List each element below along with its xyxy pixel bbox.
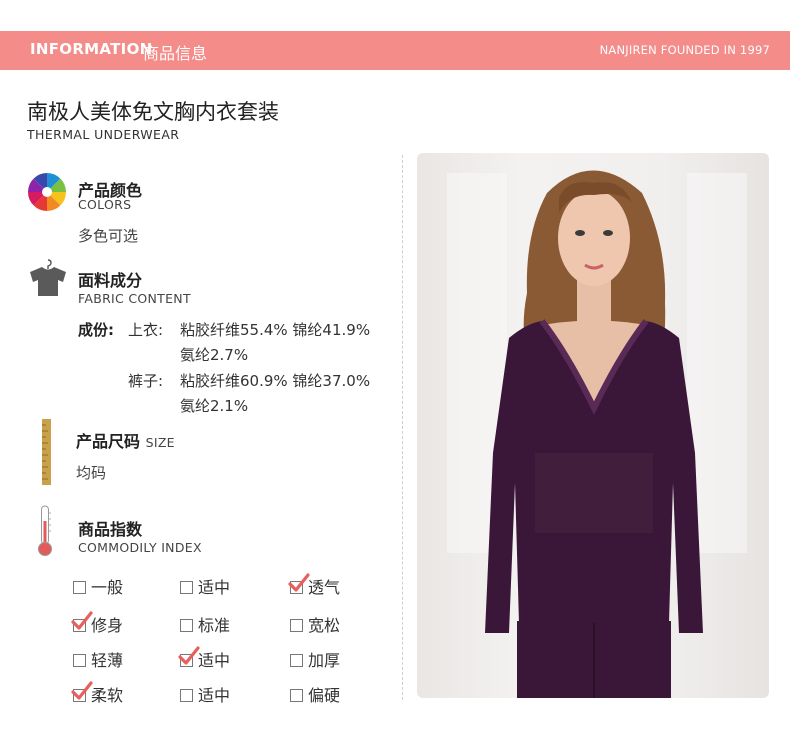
index-option-label: 适中 — [198, 651, 231, 670]
product-photo — [417, 153, 769, 698]
checkbox-icon[interactable] — [290, 689, 303, 702]
fabric-title-en: FABRIC CONTENT — [78, 291, 191, 306]
index-option[interactable]: 加厚 — [290, 647, 340, 671]
info-banner: INFORMATION 商品信息 NANJIREN FOUNDED IN 199… — [0, 31, 790, 70]
index-option[interactable]: 柔软 — [71, 681, 124, 706]
fabric-bottom-line2: 氨纶2.1% — [180, 397, 249, 415]
checkbox-icon[interactable] — [180, 619, 193, 632]
checkbox-icon[interactable] — [180, 689, 193, 702]
checked-checkbox-icon[interactable] — [71, 681, 93, 702]
fabric-top-line1: 粘胶纤维55.4% 锦纶41.9% — [180, 321, 371, 339]
shirt-hanger-icon — [30, 259, 66, 296]
checkmark-icon — [71, 681, 93, 700]
index-option-label: 柔软 — [91, 686, 124, 705]
banner-label-en: INFORMATION — [30, 40, 153, 58]
colors-value: 多色可选 — [78, 227, 139, 245]
fabric-title: 面料成分 — [78, 271, 143, 290]
thermometer-icon — [38, 505, 52, 556]
fabric-bottom-line1: 粘胶纤维60.9% 锦纶37.0% — [180, 372, 371, 390]
index-option[interactable]: 标准 — [180, 612, 230, 636]
checked-checkbox-icon[interactable] — [71, 611, 93, 632]
size-title-en: SIZE — [145, 435, 175, 450]
size-title-cn: 产品尺码 — [76, 432, 141, 451]
checkbox-icon[interactable] — [73, 654, 86, 667]
checkbox-icon[interactable] — [290, 619, 303, 632]
index-option[interactable]: 轻薄 — [73, 647, 123, 671]
index-option-label: 适中 — [198, 686, 231, 705]
index-option-label: 适中 — [198, 578, 231, 597]
index-option-label: 标准 — [198, 616, 231, 635]
index-option[interactable]: 一般 — [73, 574, 123, 598]
index-option[interactable]: 适中 — [180, 574, 230, 598]
checked-checkbox-icon[interactable] — [178, 646, 200, 667]
fabric-bottom-label: 裤子: — [128, 372, 164, 390]
index-option-label: 加厚 — [308, 651, 341, 670]
checkmark-icon — [288, 573, 310, 592]
ruler-icon — [42, 419, 51, 485]
banner-label-cn: 商品信息 — [143, 44, 208, 63]
index-title: 商品指数 — [78, 520, 143, 539]
index-option-label: 修身 — [91, 616, 124, 635]
index-option[interactable]: 透气 — [288, 573, 341, 598]
index-option-label: 宽松 — [308, 616, 341, 635]
product-title: 南极人美体免文胸内衣套装 — [27, 100, 279, 124]
section-divider — [402, 155, 403, 700]
fabric-top-label: 上衣: — [128, 321, 164, 339]
checkbox-icon[interactable] — [180, 581, 193, 594]
index-option[interactable]: 偏硬 — [290, 682, 340, 706]
index-option[interactable]: 宽松 — [290, 612, 340, 636]
fabric-lead-label: 成份: — [78, 321, 114, 339]
color-wheel-icon — [28, 173, 66, 211]
fabric-lead: 成份: — [78, 319, 114, 340]
banner-founded: NANJIREN FOUNDED IN 1997 — [599, 43, 770, 57]
index-option[interactable]: 适中 — [178, 646, 231, 671]
index-option-label: 偏硬 — [308, 686, 341, 705]
colors-title-en: COLORS — [78, 197, 132, 212]
model-illustration — [447, 170, 747, 698]
index-option-label: 轻薄 — [91, 651, 124, 670]
index-option-label: 透气 — [308, 578, 341, 597]
product-subtitle: THERMAL UNDERWEAR — [27, 127, 180, 142]
index-option[interactable]: 修身 — [71, 611, 124, 636]
fabric-top-line2: 氨纶2.7% — [180, 346, 249, 364]
checked-checkbox-icon[interactable] — [288, 573, 310, 594]
index-option-label: 一般 — [91, 578, 124, 597]
index-option[interactable]: 适中 — [180, 682, 230, 706]
checkmark-icon — [178, 646, 200, 665]
size-title: 产品尺码 SIZE — [76, 428, 175, 452]
checkbox-icon[interactable] — [290, 654, 303, 667]
index-title-en: COMMODILY INDEX — [78, 540, 202, 555]
size-value: 均码 — [76, 464, 107, 482]
checkmark-icon — [71, 611, 93, 630]
checkbox-icon[interactable] — [73, 581, 86, 594]
